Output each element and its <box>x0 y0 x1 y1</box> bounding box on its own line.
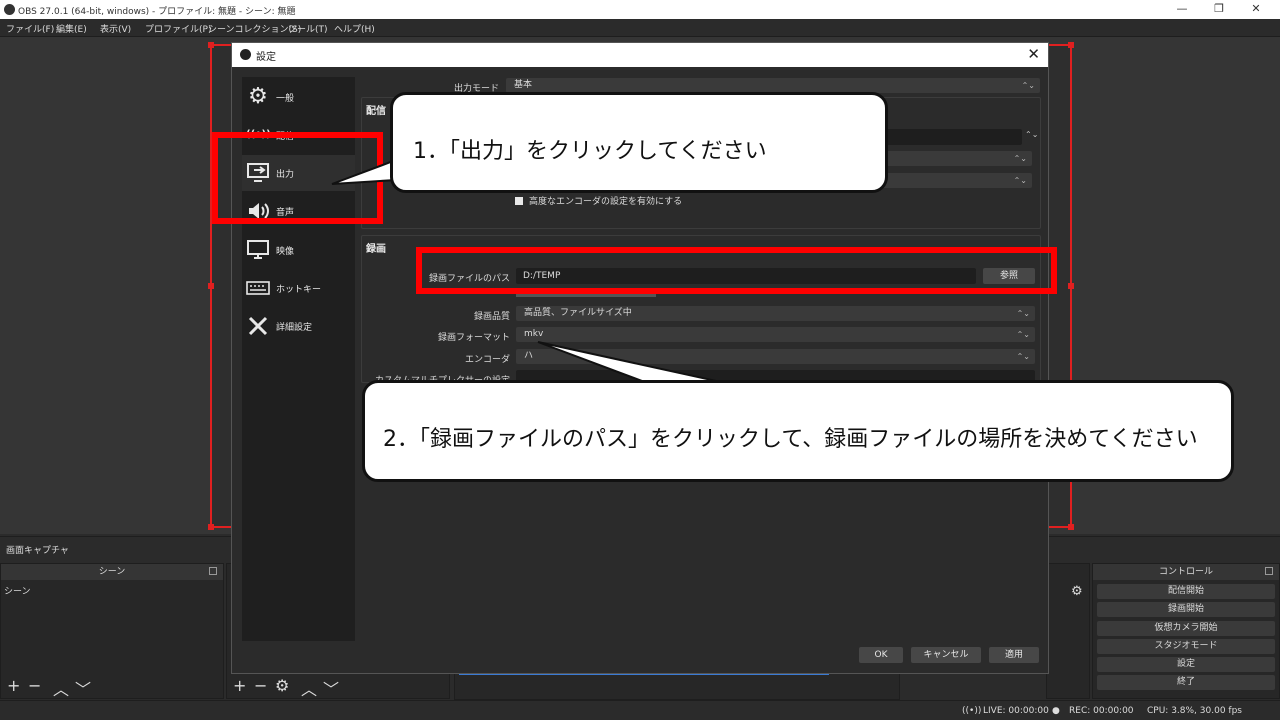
maximize-button[interactable]: ❐ <box>1209 2 1229 16</box>
tools-icon <box>246 315 270 337</box>
recording-quality-label: 録画品質 <box>473 312 510 322</box>
move-up-icon[interactable]: ︿ <box>53 676 69 700</box>
menu-bar: ファイル(F) 編集(E) 表示(V) プロファイル(P) シーンコレクション(… <box>0 19 1280 37</box>
settings-title: 設定 <box>256 52 276 63</box>
stream-bitrate-field[interactable] <box>882 129 1022 145</box>
keyboard-icon <box>246 277 270 299</box>
gear-icon: ⚙ <box>248 84 268 109</box>
nav-video[interactable]: 映像 <box>242 232 355 268</box>
nav-general-label: 一般 <box>276 94 295 104</box>
nav-general[interactable]: ⚙ 一般 <box>242 79 355 115</box>
controls-dock-header: コントロール <box>1093 564 1279 580</box>
scenes-dock-header: シーン <box>1 564 223 580</box>
window-title: OBS 27.0.1 (64-bit, windows) - プロファイル: 無… <box>18 7 296 17</box>
menu-help[interactable]: ヘルプ(H) <box>334 22 375 35</box>
output-mode-value: 基本 <box>514 80 533 90</box>
cancel-button[interactable]: キャンセル <box>911 647 981 663</box>
source-settings-icon[interactable]: ⚙ <box>275 676 289 695</box>
nav-advanced-label: 詳細設定 <box>276 323 313 333</box>
settings-titlebar: 設定 ✕ <box>232 43 1048 67</box>
menu-file[interactable]: ファイル(F) <box>6 22 54 35</box>
minimize-button[interactable]: — <box>1172 2 1192 16</box>
add-scene-icon[interactable]: + <box>7 676 20 695</box>
dock-float-icon[interactable] <box>1265 567 1273 575</box>
remove-scene-icon[interactable]: − <box>28 676 41 695</box>
add-source-icon[interactable]: + <box>233 676 246 695</box>
move-down-icon[interactable]: ﹀ <box>75 676 91 700</box>
scenes-dock-title: シーン <box>98 567 126 577</box>
nav-hotkeys[interactable]: ホットキー <box>242 270 355 306</box>
close-settings-button[interactable]: ✕ <box>1027 45 1040 63</box>
output-mode-select[interactable]: 基本 ⌃⌄ <box>506 78 1040 93</box>
recording-group-title: 録画 <box>366 244 386 255</box>
rec-indicator-icon: ● <box>1052 706 1060 716</box>
preview-source-label: 画面キャプチャ <box>6 546 69 556</box>
nav-advanced[interactable]: 詳細設定 <box>242 308 355 344</box>
recording-quality-value: 高品質、ファイルサイズ中 <box>524 308 632 318</box>
stream-encoder-select[interactable]: ⌃⌄ <box>882 151 1032 166</box>
rec-timer: REC: 00:00:00 <box>1069 706 1134 716</box>
step1-callout: 1．「出力」をクリックしてください <box>390 92 888 193</box>
nav-video-label: 映像 <box>276 247 295 257</box>
obs-logo-icon <box>4 4 15 15</box>
cpu-usage: CPU: 3.8%, 30.00 fps <box>1147 706 1242 716</box>
monitor-icon <box>246 239 270 261</box>
scenes-dock: シーン シーン + − ︿ ﹀ <box>0 563 224 699</box>
step2-text: 2．「録画ファイルのパス」をクリックして、録画ファイルの場所を決めてください <box>383 427 1198 452</box>
resize-handle[interactable] <box>1068 42 1074 48</box>
chevron-updown-icon: ⌃⌄ <box>1016 309 1030 318</box>
controls-dock: コントロール 配信開始 録画開始 仮想カメラ開始 スタジオモード 設定 終了 <box>1092 563 1280 699</box>
streaming-group-title: 配信 <box>366 106 386 117</box>
step1-text: 1．「出力」をクリックしてください <box>413 139 767 164</box>
spin-arrows-icon[interactable]: ⌃⌄ <box>1025 130 1038 139</box>
advanced-encoder-checkbox-label: 高度なエンコーダの設定を有効にする <box>529 197 683 207</box>
exit-button[interactable]: 終了 <box>1097 675 1275 690</box>
controls-dock-title: コントロール <box>1158 567 1213 577</box>
close-window-button[interactable]: ✕ <box>1246 2 1266 16</box>
menu-view[interactable]: 表示(V) <box>100 22 131 35</box>
resize-handle[interactable] <box>1068 283 1074 289</box>
nav-hotkeys-label: ホットキー <box>276 285 322 295</box>
resize-handle[interactable] <box>1068 524 1074 530</box>
settings-button[interactable]: 設定 <box>1097 657 1275 672</box>
menu-profile[interactable]: プロファイル(P) <box>145 22 211 35</box>
highlight-recording-path <box>416 247 1057 294</box>
resize-handle[interactable] <box>208 283 214 289</box>
transitions-dock: ⚙ <box>1046 563 1090 699</box>
menu-tools[interactable]: ツール(T) <box>288 22 328 35</box>
chevron-updown-icon: ⌃⌄ <box>1021 81 1035 90</box>
resize-handle[interactable] <box>208 524 214 530</box>
live-indicator-icon: ((•)) <box>962 706 982 716</box>
advanced-encoder-checkbox[interactable]: 高度なエンコーダの設定を有効にする <box>515 194 682 207</box>
scene-list-item[interactable]: シーン <box>4 584 31 597</box>
move-down-icon[interactable]: ﹀ <box>323 676 339 700</box>
checkbox-box[interactable] <box>515 197 523 205</box>
move-up-icon[interactable]: ︿ <box>301 676 317 700</box>
resize-handle[interactable] <box>208 42 214 48</box>
recording-format-label: 録画フォーマット <box>437 333 510 343</box>
encoder-label: エンコーダ <box>464 355 510 365</box>
studio-mode-button[interactable]: スタジオモード <box>1097 639 1275 654</box>
start-recording-button[interactable]: 録画開始 <box>1097 602 1275 617</box>
stream-audio-bitrate-select[interactable]: ⌃⌄ <box>882 173 1032 188</box>
chevron-updown-icon: ⌃⌄ <box>1013 176 1027 185</box>
start-virtual-camera-button[interactable]: 仮想カメラ開始 <box>1097 621 1275 636</box>
start-streaming-button[interactable]: 配信開始 <box>1097 584 1275 599</box>
dock-float-icon[interactable] <box>209 567 217 575</box>
transition-settings-icon[interactable]: ⚙ <box>1071 584 1083 599</box>
menu-edit[interactable]: 編集(E) <box>56 22 87 35</box>
live-timer: LIVE: 00:00:00 <box>983 706 1049 716</box>
obs-logo-icon <box>240 49 251 60</box>
recording-quality-select[interactable]: 高品質、ファイルサイズ中 ⌃⌄ <box>516 306 1035 321</box>
step2-callout: 2．「録画ファイルのパス」をクリックして、録画ファイルの場所を決めてください <box>362 380 1234 482</box>
chevron-updown-icon: ⌃⌄ <box>1016 330 1030 339</box>
window-titlebar: OBS 27.0.1 (64-bit, windows) - プロファイル: 無… <box>0 0 1280 19</box>
apply-button[interactable]: 適用 <box>989 647 1039 663</box>
chevron-updown-icon: ⌃⌄ <box>1016 352 1030 361</box>
remove-source-icon[interactable]: − <box>254 676 267 695</box>
chevron-updown-icon: ⌃⌄ <box>1013 154 1027 163</box>
status-bar: ((•)) LIVE: 00:00:00 ● REC: 00:00:00 CPU… <box>0 700 1280 720</box>
ok-button[interactable]: OK <box>859 647 903 663</box>
